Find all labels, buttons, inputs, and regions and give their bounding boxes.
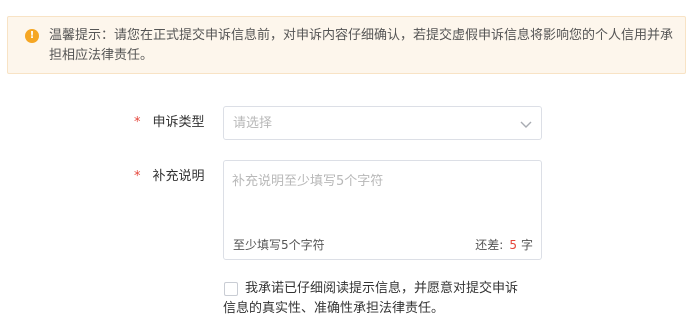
remaining-count: 5 — [509, 238, 517, 252]
appeal-type-label-text: 申诉类型 — [152, 115, 205, 130]
description-field[interactable]: 至少填写5个字符 还差: 5字 — [223, 160, 542, 260]
required-mark: * — [134, 169, 141, 184]
notice-text: 温馨提示：请您在正式提交申诉信息前，对申诉内容仔细确认，若提交虚假申诉信息将影响… — [49, 28, 674, 63]
description-label: * 补充说明 — [134, 168, 205, 186]
chevron-down-icon — [520, 121, 532, 128]
agreement-text: 我承诺已仔细阅读提示信息，并愿意对提交申诉信息的真实性、准确性承担法律责任。 — [223, 281, 519, 316]
remaining-label: 还差: — [475, 238, 504, 252]
remaining-unit: 字 — [520, 238, 533, 252]
exclamation-icon: ! — [25, 29, 39, 43]
min-length-hint: 至少填写5个字符 — [233, 238, 325, 252]
description-textarea[interactable] — [224, 161, 541, 229]
appeal-type-select[interactable]: 请选择 — [223, 106, 542, 140]
required-mark: * — [134, 115, 141, 130]
appeal-type-label: * 申诉类型 — [134, 114, 205, 132]
appeal-type-placeholder: 请选择 — [233, 116, 273, 131]
remaining-counter: 还差: 5 字 — [475, 236, 533, 254]
warning-notice: ! 温馨提示：请您在正式提交申诉信息前，对申诉内容仔细确认，若提交虚假申诉信息将… — [7, 16, 686, 74]
description-label-text: 补充说明 — [152, 169, 205, 184]
